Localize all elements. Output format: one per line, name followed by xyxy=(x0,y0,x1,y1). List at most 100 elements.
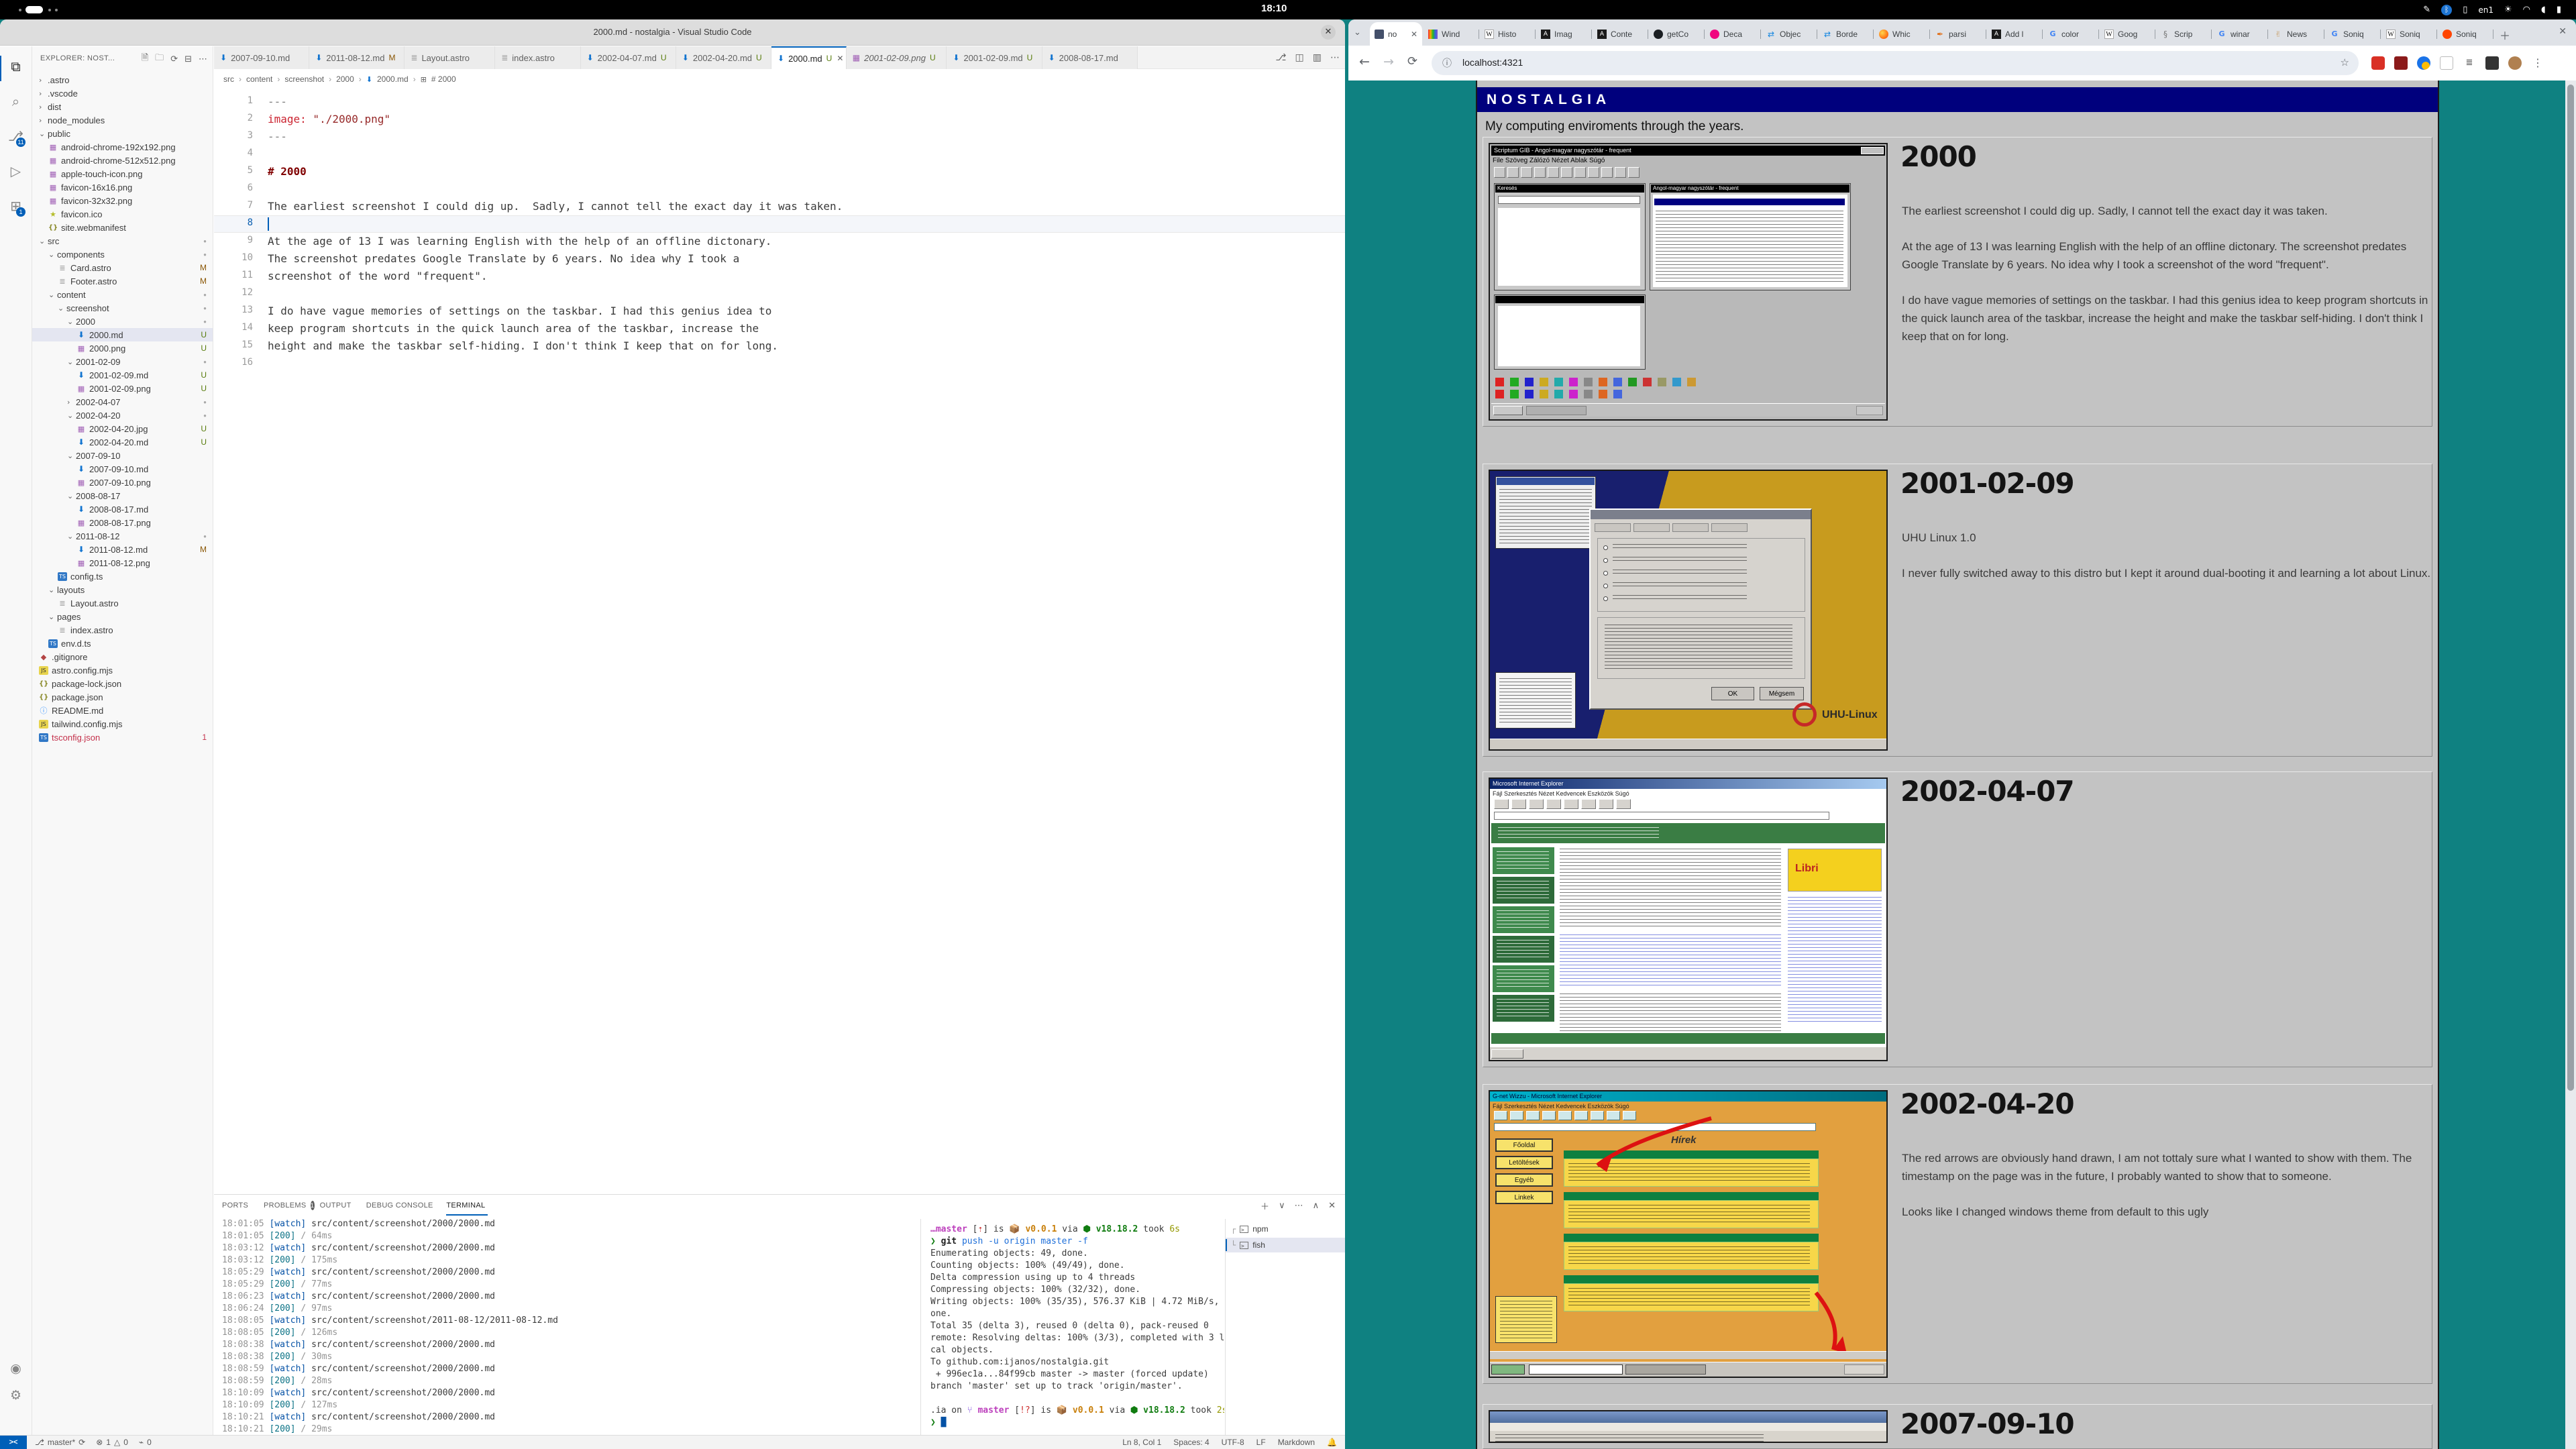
browser-tab-Conte-4[interactable]: AConte xyxy=(1593,25,1648,44)
panel-action-icon[interactable]: ∨ xyxy=(1279,1201,1285,1211)
browser-tab-Deca-6[interactable]: Deca xyxy=(1705,25,1760,44)
tree-file-astro.config.mjs[interactable]: JSastro.config.mjs xyxy=(32,663,213,677)
tree-file-README.md[interactable]: ⓘREADME.md xyxy=(32,704,213,717)
status-item[interactable]: Spaces: 4 xyxy=(1173,1438,1209,1447)
screenshot-thumbnail[interactable]: G-net Wizzu - Microsoft Internet Explore… xyxy=(1489,1090,1888,1378)
browser-tab-getCo-5[interactable]: getCo xyxy=(1649,25,1704,44)
lightsq-icon[interactable] xyxy=(2440,56,2453,70)
tree-file-2002-04-20.md[interactable]: ⬇2002-04-20.mdU xyxy=(32,435,213,449)
tree-file-tsconfig.json[interactable]: TStsconfig.json1 xyxy=(32,731,213,744)
panel-tab-OUTPUT[interactable]: OUTPUT xyxy=(320,1195,361,1216)
browser-tab-Borde-8[interactable]: ⇄Borde xyxy=(1818,25,1873,44)
browser-tab-Goog-13[interactable]: WGoog xyxy=(2100,25,2155,44)
avatar-icon[interactable] xyxy=(2508,56,2522,70)
tab-index.astro[interactable]: ≣index.astro xyxy=(495,46,580,69)
tree-file-android-chrome-192x192.png[interactable]: ▦android-chrome-192x192.png xyxy=(32,140,213,154)
screenshot-thumbnail[interactable] xyxy=(1489,1410,1888,1443)
editor-action-icon[interactable]: ⎇ xyxy=(1275,52,1286,63)
tree-file-2000.png[interactable]: ▦2000.pngU xyxy=(32,341,213,355)
browser-tab-Scrip-14[interactable]: §Scrip xyxy=(2156,25,2211,44)
editor-action-icon[interactable]: ▥ xyxy=(1313,52,1322,63)
tab-2002-04-20.md[interactable]: ⬇2002-04-20.mdU xyxy=(676,46,771,69)
editor-action-icon[interactable]: ◫ xyxy=(1295,52,1304,63)
panel-action-icon[interactable]: ⋯ xyxy=(1295,1201,1303,1211)
activity-search[interactable]: ⌕ xyxy=(0,88,32,119)
panel-action-icon[interactable]: ∧ xyxy=(1313,1201,1320,1211)
git-branch-status[interactable]: ⎇master*⟳ xyxy=(35,1438,85,1447)
tree-folder-2007-09-10[interactable]: ⌄2007-09-10 xyxy=(32,449,213,462)
tree-folder-2011-08-12[interactable]: ⌄2011-08-12● xyxy=(32,529,213,543)
battery-icon[interactable]: ▮ xyxy=(2557,5,2561,15)
tab-overflow-chevron[interactable]: ⌄ xyxy=(1354,28,1361,38)
tree-file-favicon-32x32.png[interactable]: ▦favicon-32x32.png xyxy=(32,194,213,207)
tree-file-config.ts[interactable]: TSconfig.ts xyxy=(32,570,213,583)
breadcrumb-item[interactable]: screenshot xyxy=(284,74,324,84)
tree-folder-src[interactable]: ⌄src● xyxy=(32,234,213,248)
terminal-right[interactable]: …master [⇡] is 📦 v0.0.1 via ⬢ v18.18.2 t… xyxy=(926,1219,1224,1449)
vscode-titlebar[interactable]: 2000.md - nostalgia - Visual Studio Code… xyxy=(0,19,1345,46)
tab-Layout.astro[interactable]: ≣Layout.astro xyxy=(405,46,495,69)
tab-close-icon[interactable]: ✕ xyxy=(1411,30,1417,39)
browser-tab-Imag-3[interactable]: AImag xyxy=(1536,25,1591,44)
panel-tab-PORTS[interactable]: PORTS xyxy=(222,1195,258,1216)
darkred-icon[interactable] xyxy=(2394,56,2408,70)
browser-tab-color-12[interactable]: Gcolor xyxy=(2043,25,2098,44)
tree-folder-public[interactable]: ⌄public xyxy=(32,127,213,140)
shield-icon[interactable] xyxy=(2371,56,2385,70)
panel-tab-TERMINAL[interactable]: TERMINAL xyxy=(446,1195,497,1216)
tree-file-favicon.ico[interactable]: ★favicon.ico xyxy=(32,207,213,221)
tab-2002-04-07.md[interactable]: ⬇2002-04-07.mdU xyxy=(581,46,676,69)
panel-tab-PROBLEMS[interactable]: PROBLEMS1 xyxy=(264,1195,315,1216)
lines-icon[interactable]: ≣ xyxy=(2463,56,2476,70)
editor-action-icon[interactable]: ⋯ xyxy=(1330,52,1340,63)
panel-action-icon[interactable]: ＋ xyxy=(1260,1199,1269,1212)
status-item[interactable]: Markdown xyxy=(1278,1438,1315,1447)
browser-tab-parsi-10[interactable]: ✒parsi xyxy=(1931,25,1986,44)
tree-file-2000.md[interactable]: ⬇2000.mdU xyxy=(32,328,213,341)
tree-file-Footer.astro[interactable]: ≣Footer.astroM xyxy=(32,274,213,288)
tree-folder-2002-04-07[interactable]: ›2002-04-07● xyxy=(32,395,213,409)
browser-tab-winar-15[interactable]: Gwinar xyxy=(2212,25,2267,44)
tree-file-apple-touch-icon.png[interactable]: ▦apple-touch-icon.png xyxy=(32,167,213,180)
activity-run-debug[interactable]: ▷ xyxy=(0,158,32,189)
tree-file-package.json[interactable]: {}package.json xyxy=(32,690,213,704)
clipboard-icon[interactable]: ▯ xyxy=(2463,5,2467,15)
browser-tab-Wind-1[interactable]: Wind xyxy=(1424,25,1479,44)
tree-folder-screenshot[interactable]: ⌄screenshot● xyxy=(32,301,213,315)
tree-file-favicon-16x16.png[interactable]: ▦favicon-16x16.png xyxy=(32,180,213,194)
status-item[interactable]: UTF-8 xyxy=(1222,1438,1244,1447)
browser-tab-no-0[interactable]: no✕ xyxy=(1370,22,1422,46)
kebab-icon[interactable]: ⋮ xyxy=(2531,56,2544,70)
breadcrumb-item[interactable]: src xyxy=(223,74,234,84)
tree-folder-2008-08-17[interactable]: ⌄2008-08-17 xyxy=(32,489,213,502)
tree-folder-content[interactable]: ⌄content● xyxy=(32,288,213,301)
new-file-icon[interactable]: 🗎 xyxy=(142,52,148,66)
tree-file-2011-08-12.png[interactable]: ▦2011-08-12.png xyxy=(32,556,213,570)
reload-button[interactable]: ⟳ xyxy=(1407,54,1417,68)
forward-button[interactable]: → xyxy=(1383,54,1394,69)
activity-explorer[interactable]: ⧉ xyxy=(0,53,32,84)
more-icon[interactable]: ⋯ xyxy=(199,54,207,64)
tree-folder-.vscode[interactable]: ›.vscode xyxy=(32,87,213,100)
tree-file-2008-08-17.png[interactable]: ▦2008-08-17.png xyxy=(32,516,213,529)
bluetooth-icon[interactable]: ᛒ xyxy=(2441,5,2452,15)
back-button[interactable]: ← xyxy=(1359,54,1370,69)
tree-folder-dist[interactable]: ›dist xyxy=(32,100,213,113)
clock[interactable]: 18:10 xyxy=(1261,3,1322,14)
tree-file-2007-09-10.png[interactable]: ▦2007-09-10.png xyxy=(32,476,213,489)
panel-action-icon[interactable]: ✕ xyxy=(1328,1201,1336,1211)
tree-file-2001-02-09.png[interactable]: ▦2001-02-09.pngU xyxy=(32,382,213,395)
tree-file-package-lock.json[interactable]: {}package-lock.json xyxy=(32,677,213,690)
bluecircle-icon[interactable] xyxy=(2417,56,2430,70)
tree-file-Card.astro[interactable]: ≣Card.astroM xyxy=(32,261,213,274)
pen-icon[interactable]: ✎ xyxy=(2423,5,2430,15)
new-folder-icon[interactable]: 🗀 xyxy=(155,52,164,66)
tree-folder-components[interactable]: ⌄components● xyxy=(32,248,213,261)
screenshot-thumbnail[interactable]: OKMégsemUHU-Linux xyxy=(1489,470,1888,751)
tree-file-.gitignore[interactable]: ◆.gitignore xyxy=(32,650,213,663)
browser-tab-Objec-7[interactable]: ⇄Objec xyxy=(1762,25,1817,44)
system-tray[interactable]: ✎ᛒ▯en1☀◠◖▮ xyxy=(2423,0,2561,19)
breadcrumb[interactable]: src›content›screenshot›2000›⬇2000.md›⊞# … xyxy=(223,72,456,87)
wifi-icon[interactable]: ◠ xyxy=(2523,5,2530,15)
browser-tab-News-16[interactable]: ✌News xyxy=(2269,25,2324,44)
